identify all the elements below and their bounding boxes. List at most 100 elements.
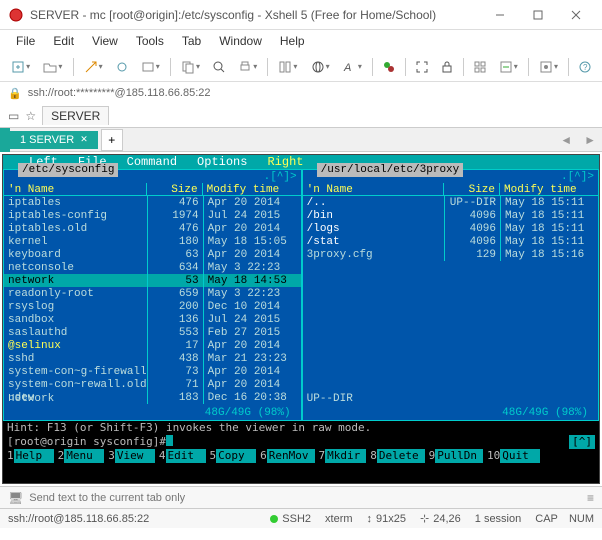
file-row[interactable]: /..UP--DIRMay 18 15:11 — [303, 196, 598, 209]
file-name: iptables-config — [4, 209, 147, 222]
file-row[interactable]: network53May 18 14:53 — [4, 274, 301, 287]
menu-tools[interactable]: Tools — [128, 32, 172, 50]
separator-icon — [267, 58, 268, 76]
file-size: 1974 — [147, 209, 203, 222]
fkey-help[interactable]: 1Help — [3, 449, 54, 463]
copy-button[interactable] — [176, 56, 205, 78]
reconnect-button[interactable] — [111, 56, 133, 78]
panel-stats: 48G/49G (98%) — [205, 406, 291, 420]
file-mtime: Dec 16 20:38 — [203, 391, 301, 404]
file-row[interactable]: kernel180May 18 15:05 — [4, 235, 301, 248]
menu-view[interactable]: View — [84, 32, 126, 50]
file-row[interactable]: rsyslog200Dec 10 2014 — [4, 300, 301, 313]
file-row[interactable]: system-con~g-firewall73Apr 20 2014 — [4, 365, 301, 378]
menu-edit[interactable]: Edit — [45, 32, 82, 50]
toolbar: A ? — [0, 52, 602, 82]
menu-help[interactable]: Help — [272, 32, 313, 50]
menu-window[interactable]: Window — [211, 32, 270, 50]
transfer-button[interactable] — [494, 56, 523, 78]
close-button[interactable] — [558, 5, 594, 25]
file-row[interactable]: iptables-config1974Jul 24 2015 — [4, 209, 301, 222]
lock-button[interactable] — [436, 56, 458, 78]
file-name: /logs — [303, 222, 444, 235]
file-row[interactable]: readonly-root659May 3 22:23 — [4, 287, 301, 300]
file-row[interactable]: iptables.old476Apr 20 2014 — [4, 222, 301, 235]
file-row[interactable]: sandbox136Jul 24 2015 — [4, 313, 301, 326]
fkey-view[interactable]: 3View — [104, 449, 155, 463]
file-row[interactable]: /logs4096May 18 15:11 — [303, 222, 598, 235]
scroll-left-icon[interactable]: ◄ — [554, 133, 578, 147]
tile-button[interactable] — [469, 56, 491, 78]
titlebar: SERVER - mc [root@origin]:/etc/sysconfig… — [0, 0, 602, 30]
status-pos-icon: ⊹ — [420, 512, 429, 525]
minimize-button[interactable] — [482, 5, 518, 25]
fkey-quit[interactable]: 10Quit — [483, 449, 540, 463]
mc-prompt[interactable]: [root@origin sysconfig]# [^] — [3, 435, 599, 449]
mc-menu-right[interactable]: Right — [257, 155, 313, 169]
fkey-menu[interactable]: 2Menu — [54, 449, 105, 463]
file-name: 3proxy.cfg — [303, 248, 444, 261]
file-row[interactable]: system-con~rewall.old71Apr 20 2014 — [4, 378, 301, 391]
file-mtime: Apr 20 2014 — [203, 339, 301, 352]
fkey-pulldn[interactable]: 9PullDn — [425, 449, 483, 463]
session-tab[interactable]: SERVER — [42, 106, 109, 125]
fkey-copy[interactable]: 5Copy — [206, 449, 257, 463]
file-size: 4096 — [444, 222, 500, 235]
properties-button[interactable] — [136, 56, 165, 78]
menu-tab[interactable]: Tab — [174, 32, 209, 50]
fkey-num: 10 — [483, 449, 500, 463]
fkey-mkdir[interactable]: 7Mkdir — [315, 449, 367, 463]
close-icon[interactable]: ✕ — [80, 134, 88, 145]
file-row[interactable]: @selinux17Apr 20 2014 — [4, 339, 301, 352]
connect-button[interactable] — [78, 56, 107, 78]
mc-menu-command[interactable]: Command — [117, 155, 187, 169]
terminal[interactable]: Left File Command Options Right /etc/sys… — [2, 154, 600, 484]
mc-menu-options[interactable]: Options — [187, 155, 257, 169]
file-row[interactable]: 3proxy.cfg129May 18 15:16 — [303, 248, 598, 261]
find-button[interactable] — [208, 56, 230, 78]
encoding-button[interactable] — [306, 56, 335, 78]
color-button[interactable] — [378, 56, 400, 78]
open-button[interactable] — [38, 56, 67, 78]
menu-icon[interactable]: ≡ — [587, 491, 594, 505]
file-row[interactable]: /stat4096May 18 15:11 — [303, 235, 598, 248]
mc-left-panel[interactable]: /etc/sysconfig .[^]> 'n Name Size Modify… — [3, 169, 302, 421]
fkey-renmov[interactable]: 6RenMov — [256, 449, 314, 463]
file-name: /.. — [303, 196, 444, 209]
star-icon[interactable]: ☆ — [25, 109, 36, 123]
send-text-input[interactable] — [29, 492, 581, 504]
window-title: SERVER - mc [root@origin]:/etc/sysconfig… — [30, 8, 482, 22]
new-tab-button[interactable]: + — [101, 129, 123, 151]
help-button[interactable]: ? — [574, 56, 596, 78]
font-button[interactable]: A — [338, 56, 367, 78]
layout-button[interactable] — [273, 56, 302, 78]
main-tabbar: 1 SERVER ✕ + ◄ ► — [0, 128, 602, 152]
maximize-button[interactable] — [520, 5, 556, 25]
separator-icon — [568, 58, 569, 76]
file-row[interactable]: keyboard63Apr 20 2014 — [4, 248, 301, 261]
menu-file[interactable]: File — [8, 32, 43, 50]
fullscreen-button[interactable] — [411, 56, 433, 78]
status-term: xterm — [325, 513, 353, 525]
fkey-num: 8 — [366, 449, 377, 463]
print-button[interactable] — [233, 56, 262, 78]
mc-fkeys[interactable]: 1Help2Menu3View4Edit5Copy6RenMov7Mkdir8D… — [3, 449, 599, 463]
file-mtime: May 18 15:11 — [500, 196, 598, 209]
file-row[interactable]: iptables476Apr 20 2014 — [4, 196, 301, 209]
script-button[interactable] — [534, 56, 563, 78]
file-name: sandbox — [4, 313, 147, 326]
file-row[interactable]: netconsole634May 3 22:23 — [4, 261, 301, 274]
fkey-edit[interactable]: 4Edit — [155, 449, 206, 463]
file-row[interactable]: sshd438Mar 21 23:23 — [4, 352, 301, 365]
fkey-label: Menu — [64, 449, 104, 463]
bookmark-icon[interactable]: ▭ — [8, 109, 19, 123]
file-row[interactable]: saslauthd553Feb 27 2015 — [4, 326, 301, 339]
file-row[interactable]: /bin4096May 18 15:11 — [303, 209, 598, 222]
fkey-delete[interactable]: 8Delete — [366, 449, 424, 463]
mc-right-panel[interactable]: /usr/local/etc/3proxy .[^]> 'n Name Size… — [302, 169, 599, 421]
new-button[interactable] — [6, 56, 35, 78]
scroll-right-icon[interactable]: ► — [578, 133, 602, 147]
panel-marker: .[^]> — [264, 170, 297, 183]
tab-server[interactable]: 1 SERVER ✕ — [10, 131, 98, 149]
fkey-label: PullDn — [435, 449, 483, 463]
